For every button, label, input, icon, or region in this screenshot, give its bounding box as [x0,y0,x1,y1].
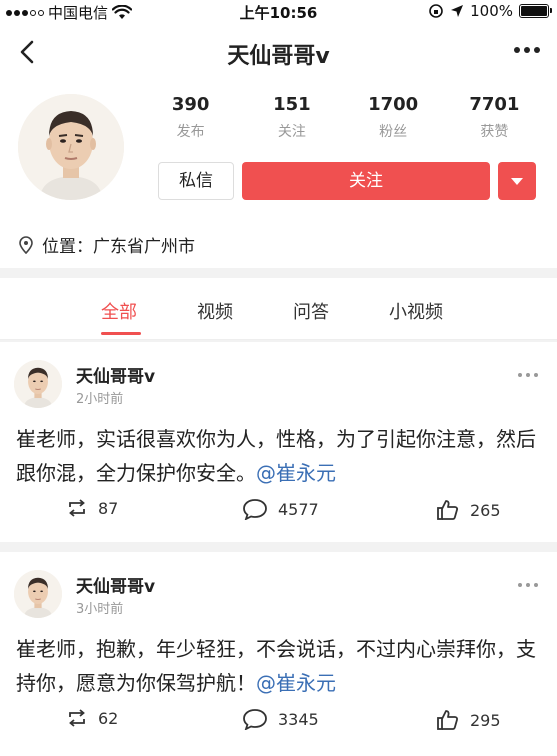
back-arrow-icon[interactable] [12,36,44,68]
post-text: 崔老师，抱歉，年少轻狂，不会说话，不过内心崇拜你，支持你，愿意为你保驾护航！@崔… [16,632,542,700]
post-text: 崔老师，实话很喜欢你为人，性格，为了引起你注意，然后跟你混，全力保护你安全。@崔… [16,422,542,490]
thumbs-up-icon [437,710,459,730]
stat-label: 发布 [176,124,205,140]
avatar[interactable] [18,94,124,200]
like-button[interactable]: 265 [436,498,501,522]
stat-followers[interactable]: 1700 粉丝 [343,94,444,144]
follow-dropdown-button[interactable] [498,162,536,200]
stat-label: 获赞 [480,124,509,140]
comment-count: 3345 [278,709,319,729]
stat-posts[interactable]: 390 发布 [140,94,241,144]
stat-value: 390 [171,94,210,115]
avatar-photo [14,360,62,408]
content-tabs: 全部 视频 问答 小视频 [0,278,557,340]
comment-icon [243,709,267,730]
tab-video[interactable]: 视频 [197,298,233,324]
follow-button[interactable]: 关注 [242,162,490,200]
location-arrow-icon [451,5,464,17]
battery-percent: 100% [470,2,513,20]
post-more-icon[interactable] [517,582,539,588]
repost-button[interactable]: 87 [66,498,118,518]
repost-icon [69,499,85,517]
tab-short-video[interactable]: 小视频 [389,298,443,324]
location-row: 位置：广东省广州市 [18,232,195,257]
post-card[interactable]: 天仙哥哥v 2小时前 崔老师，实话很喜欢你为人，性格，为了引起你注意，然后跟你混… [0,342,557,542]
stat-value: 1700 [368,94,419,115]
comment-button[interactable]: 3345 [242,708,319,730]
stat-label: 关注 [277,124,306,140]
post-avatar[interactable] [14,360,62,408]
battery-fill [521,6,547,16]
profile-stats: 390 发布 151 关注 1700 粉丝 7701 获赞 [140,94,545,144]
like-button[interactable]: 295 [436,708,501,732]
battery-icon [519,4,552,18]
post-actions: 62 3345 295 [0,708,557,738]
comment-count: 4577 [278,499,319,519]
repost-icon [69,709,85,727]
thumbs-up-icon [437,500,459,520]
post-avatar[interactable] [14,570,62,618]
repost-button[interactable]: 62 [66,708,118,728]
post-actions: 87 4577 265 [0,498,557,528]
mention-link[interactable]: @崔永元 [256,461,336,485]
post-more-icon[interactable] [517,372,539,378]
like-count: 265 [470,500,501,520]
comment-icon [243,499,267,520]
stat-likes[interactable]: 7701 获赞 [444,94,545,144]
tab-qa[interactable]: 问答 [293,298,329,324]
post-time: 2小时前 [76,392,124,407]
repost-count: 87 [98,498,119,518]
stat-following[interactable]: 151 关注 [241,94,342,144]
like-count: 295 [470,710,501,730]
stat-value: 151 [273,94,311,115]
avatar-photo [14,570,62,618]
post-time: 3小时前 [76,602,124,617]
rotation-lock-icon [429,4,443,18]
page-title: 天仙哥哥v [227,44,330,69]
post-author[interactable]: 天仙哥哥v [76,572,155,597]
post-author[interactable]: 天仙哥哥v [76,362,155,387]
message-button[interactable]: 私信 [158,162,234,200]
nav-bar: 天仙哥哥v [0,24,557,82]
profile-header: 390 发布 151 关注 1700 粉丝 7701 获赞 私信 关注 位置：广… [0,82,557,268]
location-text: 位置：广东省广州市 [42,237,195,257]
comment-button[interactable]: 4577 [242,498,319,520]
stat-value: 7701 [469,94,520,115]
post-card[interactable]: 天仙哥哥v 3小时前 崔老师，抱歉，年少轻狂，不会说话，不过内心崇拜你，支持你，… [0,552,557,756]
tab-all[interactable]: 全部 [101,298,137,324]
avatar-photo [18,94,124,200]
status-right: 100% [428,2,552,20]
repost-count: 62 [98,708,119,728]
stat-label: 粉丝 [379,124,408,140]
status-bar: 中国电信 上午10:56 100% [0,0,557,24]
more-icon[interactable] [513,46,541,54]
mention-link[interactable]: @崔永元 [256,671,336,695]
tab-active-indicator [101,332,141,335]
location-pin-icon [19,235,33,254]
